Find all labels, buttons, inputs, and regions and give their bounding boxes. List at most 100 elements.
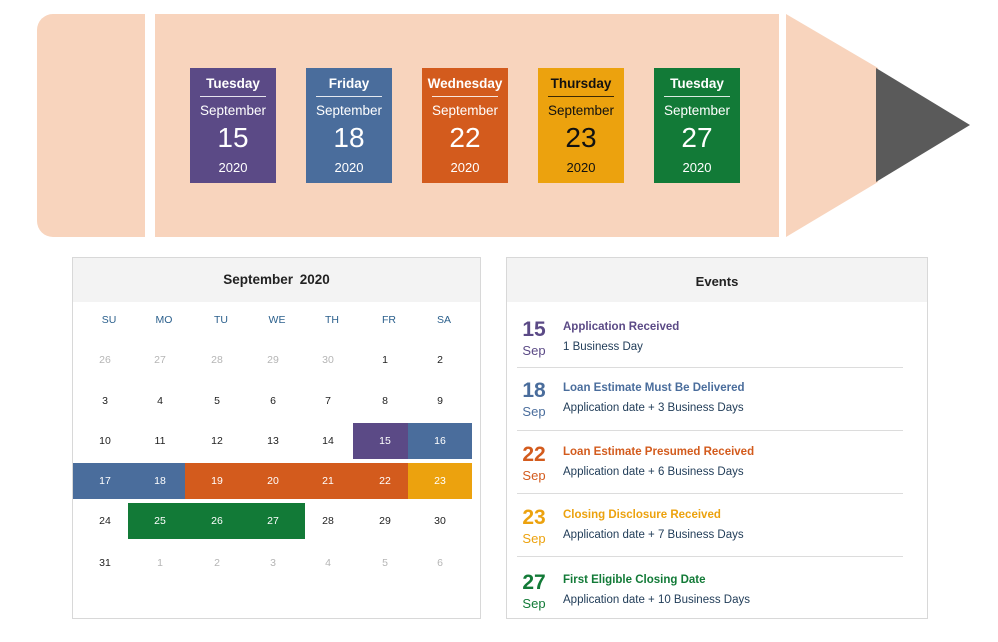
date-card-year: 2020 [218, 160, 248, 175]
calendar-weekday-su: SU [101, 314, 117, 326]
event-divider [517, 493, 903, 494]
calendar-day-outside-month[interactable]: 26 [77, 342, 133, 378]
date-card-year: 2020 [682, 160, 712, 175]
event-month: Sep [522, 468, 546, 483]
calendar-day-highlighted[interactable]: 16 [412, 423, 468, 459]
date-card-weekday: Tuesday [670, 76, 724, 91]
calendar-day-outside-month[interactable]: 27 [132, 342, 188, 378]
calendar-day[interactable]: 31 [77, 545, 133, 581]
date-card-year: 2020 [334, 160, 364, 175]
date-card-month: September [199, 103, 267, 118]
calendar-day-outside-month[interactable]: 6 [412, 545, 468, 581]
calendar-day-highlighted[interactable]: 15 [357, 423, 413, 459]
date-card-year: 2020 [566, 160, 596, 175]
calendar-day[interactable]: 12 [189, 423, 245, 459]
calendar-day-highlighted[interactable]: 22 [357, 463, 413, 499]
calendar-day[interactable]: 30 [412, 503, 468, 539]
event-name: Loan Estimate Presumed Received [563, 446, 755, 458]
event-description: Application date + 6 Business Days [563, 466, 744, 478]
event-description: Application date + 3 Business Days [563, 402, 744, 414]
date-card: Tuesday September 15 2020 [190, 68, 276, 183]
date-card-weekday: Friday [328, 76, 370, 91]
calendar-day-outside-month[interactable]: 28 [189, 342, 245, 378]
calendar-day[interactable]: 2 [412, 342, 468, 378]
calendar-day-highlighted[interactable]: 26 [189, 503, 245, 539]
date-card-day: 18 [333, 122, 365, 153]
date-card-day: 27 [681, 122, 713, 153]
event-name: Application Received [563, 321, 680, 333]
event-item: 15 Sep Application Received 1 Business D… [507, 318, 929, 380]
date-card-divider [664, 96, 730, 97]
event-divider [517, 556, 903, 557]
calendar-day-outside-month[interactable]: 1 [132, 545, 188, 581]
events-title: Events [695, 274, 739, 289]
event-day: 18 [522, 379, 546, 402]
event-item: 23 Sep Closing Disclosure Received Appli… [507, 506, 929, 568]
date-card-month: September [547, 103, 615, 118]
calendar-day[interactable]: 9 [412, 383, 468, 419]
event-month: Sep [522, 531, 546, 546]
calendar-day[interactable]: 13 [245, 423, 301, 459]
calendar-day[interactable]: 6 [245, 383, 301, 419]
pencil-tip-icon [786, 14, 970, 237]
calendar-day-highlighted[interactable]: 25 [132, 503, 188, 539]
calendar-day[interactable]: 14 [300, 423, 356, 459]
calendar-day[interactable]: 1 [357, 342, 413, 378]
calendar-weekday-we: WE [268, 314, 286, 326]
date-card-divider [316, 96, 382, 97]
calendar-day-highlighted[interactable]: 27 [245, 503, 301, 539]
calendar-day-outside-month[interactable]: 29 [245, 342, 301, 378]
calendar-title: September 2020 [223, 272, 330, 287]
date-card-month: September [663, 103, 731, 118]
event-day: 27 [522, 571, 546, 594]
calendar-day[interactable]: 28 [300, 503, 356, 539]
calendar-day[interactable]: 3 [77, 383, 133, 419]
calendar-day[interactable]: 5 [189, 383, 245, 419]
event-divider [517, 367, 903, 368]
calendar-day-outside-month[interactable]: 30 [300, 342, 356, 378]
events-panel: Events 15 Sep Application Received 1 Bus… [506, 257, 928, 619]
calendar-day-outside-month[interactable]: 4 [300, 545, 356, 581]
date-card-divider [548, 96, 614, 97]
calendar-day-outside-month[interactable]: 5 [357, 545, 413, 581]
calendar-day-highlighted[interactable]: 21 [300, 463, 356, 499]
event-description: 1 Business Day [563, 341, 643, 353]
calendar-day[interactable]: 29 [357, 503, 413, 539]
calendar-weekday-fr: FR [382, 314, 396, 326]
date-card-day: 23 [565, 122, 597, 153]
date-card-day: 22 [449, 122, 481, 153]
calendar-day-highlighted[interactable]: 23 [412, 463, 468, 499]
date-card-day: 15 [217, 122, 249, 153]
event-item: 27 Sep First Eligible Closing Date Appli… [507, 571, 929, 633]
calendar-day[interactable]: 24 [77, 503, 133, 539]
calendar-day[interactable]: 4 [132, 383, 188, 419]
date-card-month: September [431, 103, 499, 118]
date-card-weekday: Wednesday [427, 76, 503, 91]
calendar-weekday-th: TH [325, 314, 339, 326]
pencil-eraser [37, 14, 145, 237]
event-divider [517, 430, 903, 431]
date-card-year: 2020 [450, 160, 480, 175]
calendar-day[interactable]: 11 [132, 423, 188, 459]
date-card: Tuesday September 27 2020 [654, 68, 740, 183]
date-card-month: September [315, 103, 383, 118]
calendar-weekday-mo: MO [155, 314, 173, 326]
calendar-day-outside-month[interactable]: 2 [189, 545, 245, 581]
date-card: Friday September 18 2020 [306, 68, 392, 183]
calendar-day[interactable]: 7 [300, 383, 356, 419]
calendar-day[interactable]: 10 [77, 423, 133, 459]
date-card: Thursday September 23 2020 [538, 68, 624, 183]
event-description: Application date + 10 Business Days [563, 594, 750, 606]
event-item: 22 Sep Loan Estimate Presumed Received A… [507, 443, 929, 505]
calendar-day[interactable]: 8 [357, 383, 413, 419]
events-header: Events [507, 258, 927, 302]
event-month: Sep [522, 343, 546, 358]
calendar-day-outside-month[interactable]: 3 [245, 545, 301, 581]
calendar-day-highlighted[interactable]: 17 [77, 463, 133, 499]
calendar-day-highlighted[interactable]: 19 [189, 463, 245, 499]
calendar-day-highlighted[interactable]: 20 [245, 463, 301, 499]
date-card-weekday: Tuesday [206, 76, 260, 91]
calendar-header: September 2020 [73, 258, 480, 302]
event-description: Application date + 7 Business Days [563, 529, 744, 541]
calendar-day-highlighted[interactable]: 18 [132, 463, 188, 499]
